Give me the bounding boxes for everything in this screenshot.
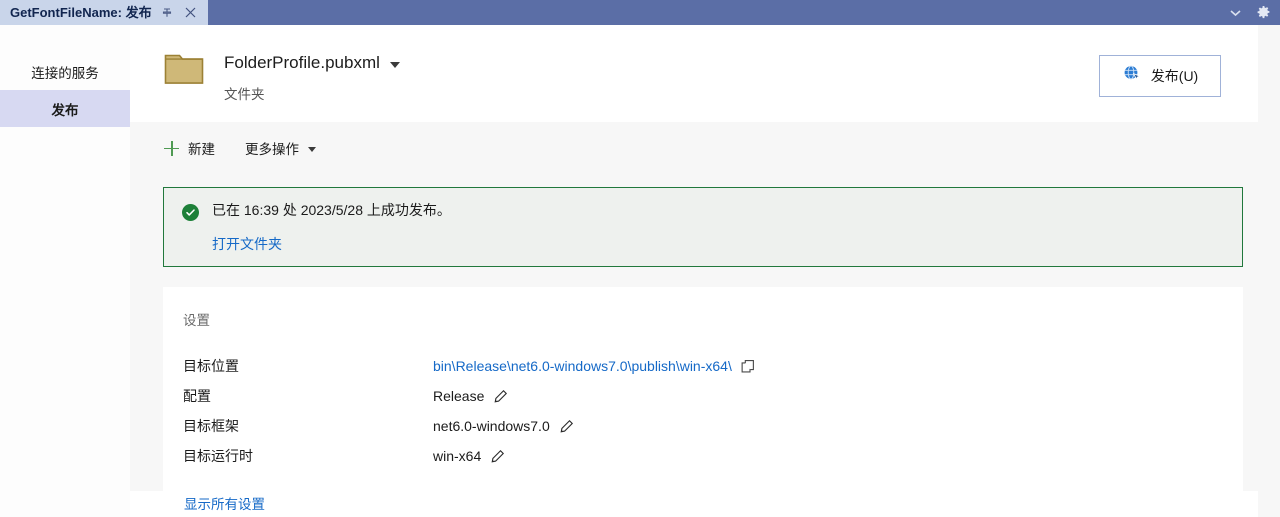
pencil-icon[interactable] [490,449,505,464]
chevron-down-icon[interactable] [389,61,400,68]
main-stage: 连接的服务 发布 FolderProfile.pubxml 文件夹 发布(U) … [0,25,1280,517]
title-bar: GetFontFileName: 发布 [0,0,1280,25]
document-tab[interactable]: GetFontFileName: 发布 [0,0,208,25]
more-actions-label: 更多操作 [245,142,299,157]
pencil-icon[interactable] [493,389,508,404]
settings-title: 设置 [183,313,210,328]
profile-name: FolderProfile.pubxml [224,53,380,72]
publish-success-banner: 已在 16:39 处 2023/5/28 上成功发布。 打开文件夹 [163,187,1243,267]
titlebar-actions [1226,0,1280,25]
copy-icon[interactable] [741,359,756,374]
tab-title: GetFontFileName: 发布 [10,5,152,20]
settings-key: 目标位置 [183,358,239,374]
content-area: FolderProfile.pubxml 文件夹 发布(U) 新建 更多操作 已… [130,25,1258,517]
publish-button[interactable]: 发布(U) [1099,55,1221,97]
settings-row-target-runtime: 目标运行时 win-x64 [183,441,1243,471]
new-button[interactable]: 新建 [164,138,215,158]
open-folder-link[interactable]: 打开文件夹 [212,234,282,254]
more-actions-button[interactable]: 更多操作 [245,138,316,158]
settings-value-text: net6.0-windows7.0 [433,418,550,434]
profile-header: FolderProfile.pubxml 文件夹 [164,41,400,103]
gear-icon[interactable] [1254,4,1272,22]
banner-message-row: 已在 16:39 处 2023/5/28 上成功发布。 [182,202,1242,221]
settings-value: Release [433,388,508,404]
settings-value-text: Release [433,388,485,404]
profile-name-row[interactable]: FolderProfile.pubxml [224,53,400,73]
profile-subtitle: 文件夹 [224,87,265,102]
pencil-icon[interactable] [559,419,574,434]
toolbar: 新建 更多操作 [164,138,316,158]
settings-key: 目标运行时 [183,448,253,464]
settings-value-text: win-x64 [433,448,482,464]
show-all-settings-link[interactable]: 显示所有设置 [184,493,265,513]
settings-key: 目标框架 [183,418,239,434]
settings-row-target-location: 目标位置 bin\Release\net6.0-windows7.0\publi… [183,351,1243,381]
settings-value: win-x64 [433,448,505,464]
settings-value[interactable]: bin\Release\net6.0-windows7.0\publish\wi… [433,358,756,374]
chevron-down-icon[interactable] [1226,4,1244,22]
sidebar-item-publish[interactable]: 发布 [0,90,130,127]
settings-value-text: bin\Release\net6.0-windows7.0\publish\wi… [433,358,732,374]
plus-icon [164,140,179,156]
settings-panel: 设置 目标位置 bin\Release\net6.0-windows7.0\pu… [163,287,1243,516]
publish-button-label: 发布(U) [1150,68,1199,84]
titlebar-spacer [208,0,1226,25]
sidebar: 连接的服务 发布 [0,25,130,517]
banner-message: 已在 16:39 处 2023/5/28 上成功发布。 [212,202,451,218]
settings-row-configuration: 配置 Release [183,381,1243,411]
close-icon[interactable] [182,4,200,22]
profile-text: FolderProfile.pubxml 文件夹 [224,41,400,103]
chevron-down-icon [308,147,316,152]
settings-row-target-framework: 目标框架 net6.0-windows7.0 [183,411,1243,441]
folder-icon [164,50,204,88]
settings-rows: 目标位置 bin\Release\net6.0-windows7.0\publi… [183,351,1243,471]
sidebar-item-connected-services[interactable]: 连接的服务 [0,53,130,90]
right-gutter [1258,25,1280,517]
sidebar-item-label: 连接的服务 [31,65,99,81]
settings-value: net6.0-windows7.0 [433,418,574,434]
publish-globe-icon [1122,64,1142,89]
sidebar-item-label: 发布 [51,102,79,118]
pin-icon[interactable] [158,4,176,22]
new-button-label: 新建 [188,142,215,157]
success-check-icon [182,204,199,221]
settings-key: 配置 [183,388,211,404]
